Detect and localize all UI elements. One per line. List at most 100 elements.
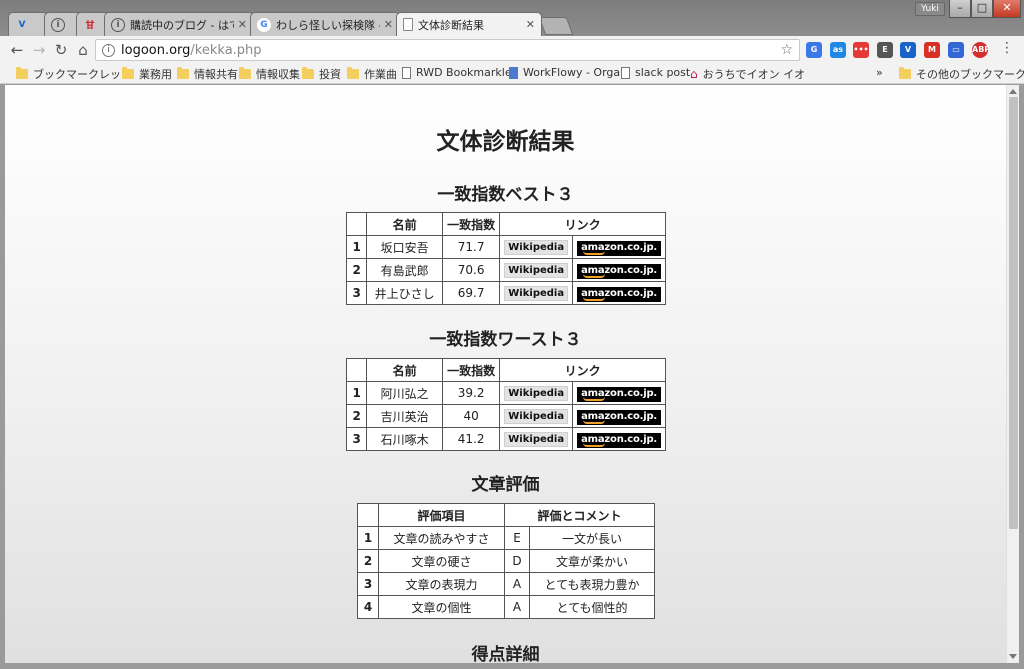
scrollbar-thumb[interactable] <box>1009 97 1018 529</box>
v-logo-icon: V <box>18 19 26 30</box>
tab-title: わしら怪しい探検隊 - G <box>276 18 380 32</box>
rank-cell: 3 <box>357 572 379 596</box>
amazon-link[interactable]: amazon.co.jp. <box>577 409 661 425</box>
wikipedia-link[interactable]: Wikipedia <box>504 386 569 401</box>
tab-close-icon[interactable]: ✕ <box>238 18 247 31</box>
vertical-scrollbar[interactable] <box>1006 85 1019 663</box>
bookmark-item[interactable]: 情報共有 <box>177 66 238 82</box>
workflowy-icon <box>509 66 518 79</box>
info-icon: i <box>111 17 125 32</box>
table-row: 1 坂口安吾 71.7 Wikipedia amazon.co.jp. <box>345 235 666 259</box>
tab-active[interactable]: 文体診断結果 ✕ <box>396 12 542 36</box>
tab-close-icon[interactable]: ✕ <box>526 18 535 31</box>
best-heading: 一致指数ベスト３ <box>437 185 574 205</box>
amazon-link[interactable]: amazon.co.jp. <box>577 432 661 448</box>
table-row: 3 文章の表現力 A とても表現力豊か <box>357 572 655 596</box>
home-icon[interactable]: ⌂ <box>72 41 94 59</box>
tab-close-icon[interactable]: ✕ <box>384 18 393 31</box>
wikipedia-link[interactable]: Wikipedia <box>504 263 569 278</box>
table-row: 1 文章の読みやすさ E 一文が長い <box>357 526 655 550</box>
tab-title: 購読中のブログ - はてな <box>130 18 234 32</box>
tab-5[interactable]: G わしら怪しい探検隊 - G ✕ <box>250 12 400 36</box>
bookmark-item[interactable]: WorkFlowy - Organ <box>509 66 627 79</box>
adblock-extension-icon[interactable]: ABP <box>972 42 990 58</box>
other-bookmarks-folder[interactable]: その他のブックマーク <box>899 66 1024 82</box>
translate-extension-icon[interactable]: G <box>806 42 822 58</box>
forward-arrow-icon[interactable]: → <box>28 41 50 59</box>
scroll-down-icon[interactable] <box>1009 654 1017 659</box>
column-header: 名前 <box>366 358 443 382</box>
rank-cell: 1 <box>345 381 368 405</box>
wikipedia-link[interactable]: Wikipedia <box>504 432 569 447</box>
v-extension-icon[interactable]: V <box>900 42 916 58</box>
user-profile-button[interactable]: Yuki <box>915 2 945 16</box>
column-header: 評価項目 <box>378 503 505 527</box>
chat-extension-icon[interactable]: ▭ <box>948 42 964 58</box>
tab-1[interactable]: V <box>8 12 48 36</box>
mail-extension-icon[interactable]: M <box>924 42 940 58</box>
folder-icon <box>177 67 189 79</box>
bookmark-item[interactable]: slack post <box>621 66 690 79</box>
name-cell: 石川啄木 <box>366 427 443 451</box>
comment-cell: 文章が柔かい <box>529 549 655 573</box>
bookmark-item[interactable]: RWD Bookmarklet <box>402 66 516 79</box>
evernote-extension-icon[interactable]: E <box>877 42 893 58</box>
url-path: /kekka.php <box>190 42 262 58</box>
menu-dots-icon[interactable]: ⋮ <box>1000 40 1014 56</box>
house-icon: ⌂ <box>690 67 698 81</box>
bookmark-item[interactable]: 投資 <box>302 66 341 82</box>
window-frame <box>0 663 1024 669</box>
bookmark-item[interactable]: 業務用 <box>122 66 172 82</box>
score-cell: 40 <box>441 404 501 428</box>
bookmarks-overflow-button[interactable]: » <box>876 66 883 79</box>
extension-icon[interactable]: as <box>830 42 846 58</box>
maximize-button[interactable]: □ <box>971 0 993 18</box>
folder-icon <box>16 67 28 79</box>
wikipedia-link[interactable]: Wikipedia <box>504 286 569 301</box>
bookmark-item[interactable]: ⌂ おうちでイオン イオ <box>690 66 805 82</box>
back-arrow-icon[interactable]: ← <box>6 41 28 59</box>
bookmark-item[interactable]: ブックマークレット <box>16 66 132 82</box>
wikipedia-link[interactable]: Wikipedia <box>504 240 569 255</box>
column-header: 評価とコメント <box>504 503 655 527</box>
site-info-icon[interactable]: i <box>102 43 115 57</box>
amazon-link[interactable]: amazon.co.jp. <box>577 386 661 402</box>
bookmark-item[interactable]: 情報収集 <box>239 66 300 82</box>
folder-icon <box>347 67 359 79</box>
extension-icon[interactable]: ••• <box>853 42 869 58</box>
table-header-row: 名前 一致指数 リンク <box>345 212 666 236</box>
scroll-up-icon[interactable] <box>1009 89 1017 94</box>
amazon-link[interactable]: amazon.co.jp. <box>577 240 661 256</box>
close-window-button[interactable]: ✕ <box>993 0 1021 18</box>
tab-4[interactable]: i 購読中のブログ - はてな ✕ <box>104 12 254 36</box>
page-viewport: 文体診断結果 一致指数ベスト３ 名前 一致指数 リンク 1 坂口安吾 71.7 … <box>5 85 1006 663</box>
address-bar[interactable]: i logoon.org/kekka.php ☆ <box>95 39 800 61</box>
score-cell: 70.6 <box>441 258 501 282</box>
table-row: 1 阿川弘之 39.2 Wikipedia amazon.co.jp. <box>345 381 666 405</box>
evaluation-heading: 文章評価 <box>471 475 540 495</box>
reload-icon[interactable]: ↻ <box>50 41 72 59</box>
bookmarks-bar: ブックマークレット 業務用 情報共有 情報収集 投資 作業曲 RWD Bookm… <box>0 64 1024 84</box>
amazon-link[interactable]: amazon.co.jp. <box>577 263 661 279</box>
wikipedia-link[interactable]: Wikipedia <box>504 409 569 424</box>
column-header: リンク <box>499 212 666 236</box>
window-frame <box>1019 85 1024 669</box>
name-cell: 有島武郎 <box>366 258 443 282</box>
bookmark-star-icon[interactable]: ☆ <box>780 42 793 58</box>
table-header-row: 評価項目 評価とコメント <box>357 503 655 527</box>
new-tab-button[interactable] <box>538 17 574 35</box>
item-cell: 文章の読みやすさ <box>378 526 505 550</box>
score-cell: 41.2 <box>441 427 501 451</box>
score-cell: 71.7 <box>441 235 501 259</box>
minimize-button[interactable]: – <box>949 0 971 18</box>
amazon-link[interactable]: amazon.co.jp. <box>577 286 661 302</box>
rank-cell: 2 <box>357 549 379 573</box>
grade-cell: A <box>504 595 530 619</box>
bookmark-item[interactable]: 作業曲 <box>347 66 397 82</box>
evaluation-table: 評価項目 評価とコメント 1 文章の読みやすさ E 一文が長い 2 文章の硬さ … <box>357 503 655 619</box>
score-cell: 69.7 <box>441 281 501 305</box>
page-title: 文体診断結果 <box>436 129 575 155</box>
table-row: 2 有島武郎 70.6 Wikipedia amazon.co.jp. <box>345 258 666 282</box>
browser-titlebar: V i 甘 i 購読中のブログ - はてな ✕ G わしら怪しい探検隊 - G … <box>0 0 1024 36</box>
folder-icon <box>122 67 134 79</box>
